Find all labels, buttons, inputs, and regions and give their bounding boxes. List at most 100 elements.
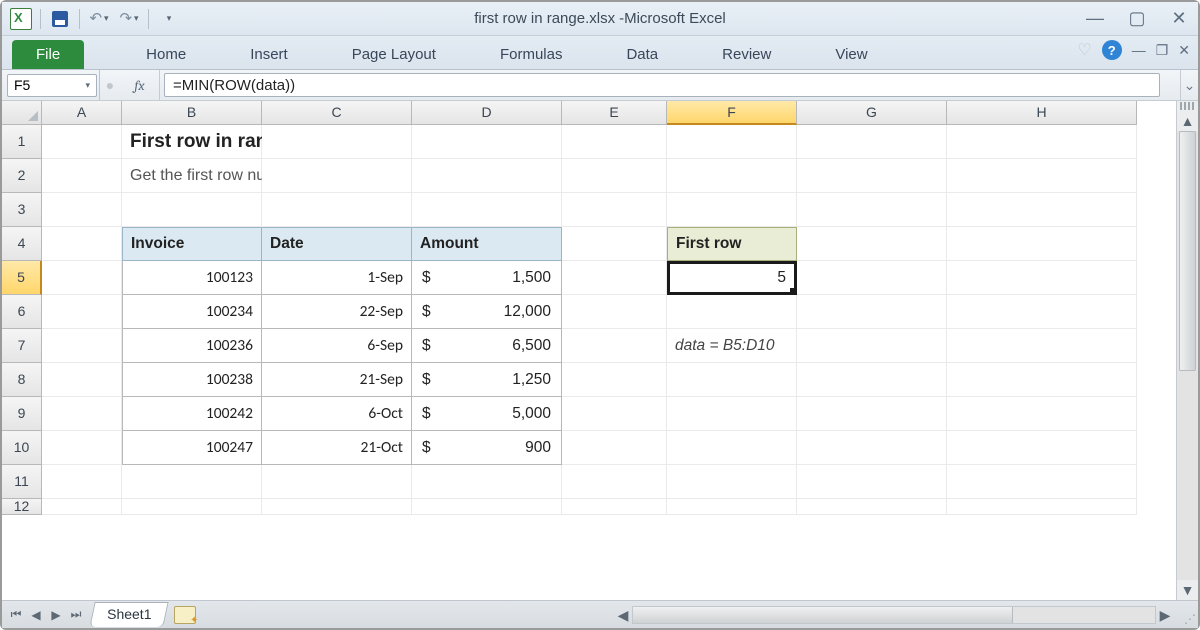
scroll-track[interactable]: [632, 606, 1156, 624]
cell[interactable]: [797, 465, 947, 499]
table-header-invoice[interactable]: Invoice: [122, 227, 262, 261]
cell[interactable]: [797, 363, 947, 397]
close-button[interactable]: ✕: [1168, 8, 1190, 29]
cell[interactable]: [797, 193, 947, 227]
col-header-e[interactable]: E: [562, 101, 667, 125]
row-header[interactable]: 10: [2, 431, 42, 465]
cell[interactable]: [262, 499, 412, 515]
cell[interactable]: [797, 227, 947, 261]
cell[interactable]: [562, 125, 667, 159]
scroll-right-icon[interactable]: ▶: [1156, 607, 1174, 624]
table-cell[interactable]: $1,500: [412, 261, 562, 295]
cell[interactable]: [947, 363, 1137, 397]
save-button[interactable]: [49, 8, 71, 30]
title-cell[interactable]: First row in range: [122, 125, 262, 159]
col-header-g[interactable]: G: [797, 101, 947, 125]
cell[interactable]: [797, 295, 947, 329]
redo-button[interactable]: ↷▾: [118, 8, 140, 30]
table-cell[interactable]: 21-Oct: [262, 431, 412, 465]
cell[interactable]: [42, 431, 122, 465]
cell[interactable]: [262, 193, 412, 227]
row-header[interactable]: 8: [2, 363, 42, 397]
row-header[interactable]: 2: [2, 159, 42, 193]
col-header-c[interactable]: C: [262, 101, 412, 125]
row-header[interactable]: 5: [2, 261, 42, 295]
cell[interactable]: [947, 159, 1137, 193]
row-header[interactable]: 3: [2, 193, 42, 227]
cell[interactable]: [947, 193, 1137, 227]
cell[interactable]: [262, 125, 412, 159]
sheet-nav-first[interactable]: ⏮: [6, 607, 26, 622]
cell[interactable]: [42, 227, 122, 261]
cell[interactable]: [562, 431, 667, 465]
cell[interactable]: [667, 397, 797, 431]
expand-formula-bar[interactable]: ⌄: [1180, 70, 1198, 100]
workbook-close[interactable]: ✕: [1178, 42, 1190, 59]
excel-app-icon[interactable]: [10, 8, 32, 30]
table-cell[interactable]: 6-Sep: [262, 329, 412, 363]
table-cell[interactable]: $900: [412, 431, 562, 465]
sheet-nav-last[interactable]: ⏭: [66, 607, 86, 622]
cell[interactable]: [562, 295, 667, 329]
cell[interactable]: [122, 499, 262, 515]
cell[interactable]: [667, 431, 797, 465]
cell[interactable]: [667, 363, 797, 397]
vertical-scrollbar[interactable]: ▲ ▼: [1176, 101, 1198, 600]
cell[interactable]: [797, 499, 947, 515]
cell[interactable]: [797, 159, 947, 193]
scroll-up-icon[interactable]: ▲: [1177, 111, 1198, 131]
table-cell[interactable]: $12,000: [412, 295, 562, 329]
help-button[interactable]: ?: [1102, 40, 1122, 60]
table-header-amount[interactable]: Amount: [412, 227, 562, 261]
tab-insert[interactable]: Insert: [240, 40, 298, 69]
cell[interactable]: [42, 125, 122, 159]
cell[interactable]: [562, 397, 667, 431]
col-header-f[interactable]: F: [667, 101, 797, 125]
cell[interactable]: [667, 465, 797, 499]
cell[interactable]: [667, 295, 797, 329]
select-all-corner[interactable]: [2, 101, 42, 125]
col-header-d[interactable]: D: [412, 101, 562, 125]
col-header-h[interactable]: H: [947, 101, 1137, 125]
tab-page-layout[interactable]: Page Layout: [342, 40, 446, 69]
subtitle-cell[interactable]: Get the first row number in the range: [122, 159, 262, 193]
result-header[interactable]: First row: [667, 227, 797, 261]
cell[interactable]: [562, 363, 667, 397]
sheet-nav-prev[interactable]: ◀: [26, 608, 46, 622]
table-cell[interactable]: 1-Sep: [262, 261, 412, 295]
sheet-nav-next[interactable]: ▶: [46, 608, 66, 622]
table-cell[interactable]: 100242: [122, 397, 262, 431]
cell[interactable]: [42, 159, 122, 193]
cell[interactable]: [947, 431, 1137, 465]
cell[interactable]: [122, 465, 262, 499]
cell[interactable]: [42, 295, 122, 329]
scroll-thumb[interactable]: [633, 607, 1013, 623]
cell[interactable]: [562, 227, 667, 261]
scroll-left-icon[interactable]: ◀: [614, 607, 632, 624]
workbook-minimize[interactable]: —: [1132, 42, 1146, 58]
table-cell[interactable]: 100234: [122, 295, 262, 329]
new-sheet-button[interactable]: [174, 606, 196, 624]
row-header[interactable]: 6: [2, 295, 42, 329]
cell[interactable]: [797, 397, 947, 431]
table-cell[interactable]: 100123: [122, 261, 262, 295]
cell[interactable]: [42, 329, 122, 363]
result-cell[interactable]: 5: [667, 261, 797, 295]
customize-qat[interactable]: ▾: [157, 8, 179, 30]
cell[interactable]: [797, 431, 947, 465]
formula-input[interactable]: =MIN(ROW(data)): [164, 73, 1160, 97]
cell[interactable]: [797, 125, 947, 159]
tab-review[interactable]: Review: [712, 40, 781, 69]
cell[interactable]: [797, 261, 947, 295]
cell[interactable]: [42, 465, 122, 499]
row-header[interactable]: 1: [2, 125, 42, 159]
cell[interactable]: [42, 193, 122, 227]
tab-data[interactable]: Data: [616, 40, 668, 69]
table-cell[interactable]: $6,500: [412, 329, 562, 363]
cell[interactable]: [947, 465, 1137, 499]
horizontal-scrollbar[interactable]: ◀ ▶: [614, 606, 1174, 624]
workbook-restore[interactable]: ❐: [1156, 42, 1169, 59]
undo-button[interactable]: ↶▾: [88, 8, 110, 30]
cell[interactable]: [42, 397, 122, 431]
row-header[interactable]: 12: [2, 499, 42, 515]
